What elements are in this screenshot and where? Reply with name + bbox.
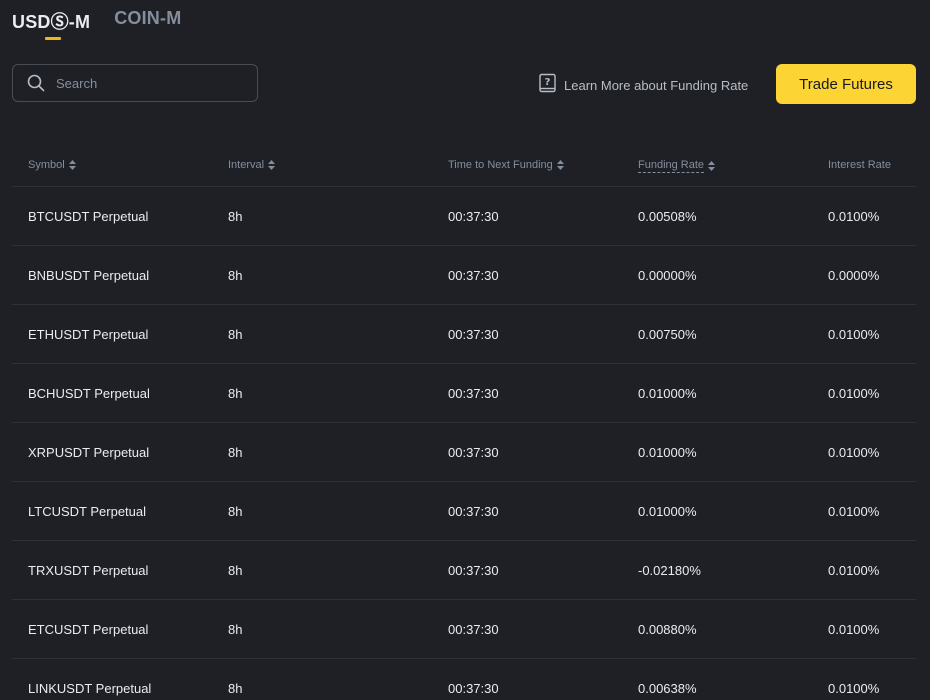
header-symbol-label: Symbol	[28, 159, 65, 171]
header-time-label: Time to Next Funding	[448, 159, 553, 171]
cell-funding-rate: 0.00880%	[638, 622, 697, 637]
header-interval[interactable]: Interval	[228, 159, 276, 171]
cell-funding-rate: 0.00750%	[638, 327, 697, 342]
header-interval-label: Interval	[228, 159, 265, 171]
search-input[interactable]	[54, 74, 248, 92]
table-row: ETHUSDT Perpetual 8h 00:37:30 0.00750% 0…	[12, 305, 916, 364]
cell-interval: 8h	[228, 681, 243, 696]
table-header: Symbol Interval Time to Next Funding Fun…	[12, 148, 916, 187]
cell-time: 00:37:30	[448, 268, 499, 283]
cell-symbol: TRXUSDT Perpetual	[28, 563, 149, 578]
table-row: LINKUSDT Perpetual 8h 00:37:30 0.00638% …	[12, 659, 916, 700]
table-row: BTCUSDT Perpetual 8h 00:37:30 0.00508% 0…	[12, 187, 916, 246]
cell-funding-rate: 0.01000%	[638, 386, 697, 401]
header-funding-label[interactable]: Funding Rate	[638, 159, 705, 173]
cell-symbol: XRPUSDT Perpetual	[28, 445, 150, 460]
table-row: TRXUSDT Perpetual 8h 00:37:30 -0.02180% …	[12, 541, 916, 600]
cell-interest-rate: 0.0100%	[828, 622, 880, 637]
cell-symbol: BNBUSDT Perpetual	[28, 268, 150, 283]
cell-symbol: BCHUSDT Perpetual	[28, 386, 150, 401]
funding-rate-table: Symbol Interval Time to Next Funding Fun…	[12, 148, 916, 700]
cell-interval: 8h	[228, 504, 243, 519]
cell-symbol: ETCUSDT Perpetual	[28, 622, 149, 637]
learn-more-link[interactable]: ? Learn More about Funding Rate	[538, 73, 748, 98]
cell-interval: 8h	[228, 209, 243, 224]
cell-time: 00:37:30	[448, 504, 499, 519]
cell-interval: 8h	[228, 563, 243, 578]
header-interest-rate: Interest Rate	[828, 159, 891, 171]
cell-time: 00:37:30	[448, 445, 499, 460]
cell-interval: 8h	[228, 386, 243, 401]
cell-interest-rate: 0.0100%	[828, 563, 880, 578]
cell-symbol: ETHUSDT Perpetual	[28, 327, 149, 342]
market-tabs: USDⓈ-M COIN-M	[12, 8, 181, 42]
table-row: BCHUSDT Perpetual 8h 00:37:30 0.01000% 0…	[12, 364, 916, 423]
cell-interest-rate: 0.0100%	[828, 445, 880, 460]
cell-interest-rate: 0.0100%	[828, 681, 880, 696]
tab-coin-m[interactable]: COIN-M	[114, 8, 181, 42]
tab-usds-m[interactable]: USDⓈ-M	[12, 8, 90, 42]
cell-time: 00:37:30	[448, 386, 499, 401]
cell-interest-rate: 0.0100%	[828, 327, 880, 342]
learn-more-label: Learn More about Funding Rate	[564, 78, 749, 93]
cell-funding-rate: 0.00638%	[638, 681, 697, 696]
cell-time: 00:37:30	[448, 327, 499, 342]
cell-symbol: BTCUSDT Perpetual	[28, 209, 149, 224]
trade-futures-button[interactable]: Trade Futures	[776, 64, 916, 104]
header-symbol[interactable]: Symbol	[28, 159, 76, 171]
table-row: LTCUSDT Perpetual 8h 00:37:30 0.01000% 0…	[12, 482, 916, 541]
header-funding-rate[interactable]: Funding Rate	[638, 159, 716, 173]
cell-interval: 8h	[228, 445, 243, 460]
cell-funding-rate: 0.00508%	[638, 209, 697, 224]
funding-rate-page: USDⓈ-M COIN-M ? Learn More about Funding…	[0, 0, 930, 700]
table-row: ETCUSDT Perpetual 8h 00:37:30 0.00880% 0…	[12, 600, 916, 659]
cell-time: 00:37:30	[448, 622, 499, 637]
search-box[interactable]	[12, 64, 258, 102]
cell-symbol: LTCUSDT Perpetual	[28, 504, 147, 519]
sort-icon	[68, 160, 76, 170]
cell-interval: 8h	[228, 327, 243, 342]
table-row: XRPUSDT Perpetual 8h 00:37:30 0.01000% 0…	[12, 423, 916, 482]
sort-icon	[708, 161, 716, 171]
cell-time: 00:37:30	[448, 209, 499, 224]
cell-interest-rate: 0.0100%	[828, 504, 880, 519]
cell-funding-rate: 0.01000%	[638, 445, 697, 460]
cell-time: 00:37:30	[448, 681, 499, 696]
svg-text:?: ?	[545, 77, 551, 88]
sort-icon	[268, 160, 276, 170]
table-row: BNBUSDT Perpetual 8h 00:37:30 0.00000% 0…	[12, 246, 916, 305]
cell-funding-rate: 0.01000%	[638, 504, 697, 519]
cell-interest-rate: 0.0000%	[828, 268, 880, 283]
header-time-to-next-funding[interactable]: Time to Next Funding	[448, 159, 564, 171]
cell-funding-rate: -0.02180%	[638, 563, 701, 578]
cell-funding-rate: 0.00000%	[638, 268, 697, 283]
cell-interest-rate: 0.0100%	[828, 386, 880, 401]
cell-time: 00:37:30	[448, 563, 499, 578]
header-interest-label: Interest Rate	[828, 159, 891, 171]
cell-interval: 8h	[228, 268, 243, 283]
cell-symbol: LINKUSDT Perpetual	[28, 681, 152, 696]
help-book-icon: ?	[538, 73, 558, 98]
cell-interest-rate: 0.0100%	[828, 209, 880, 224]
cell-interval: 8h	[228, 622, 243, 637]
search-icon	[26, 73, 46, 93]
sort-icon	[556, 160, 564, 170]
